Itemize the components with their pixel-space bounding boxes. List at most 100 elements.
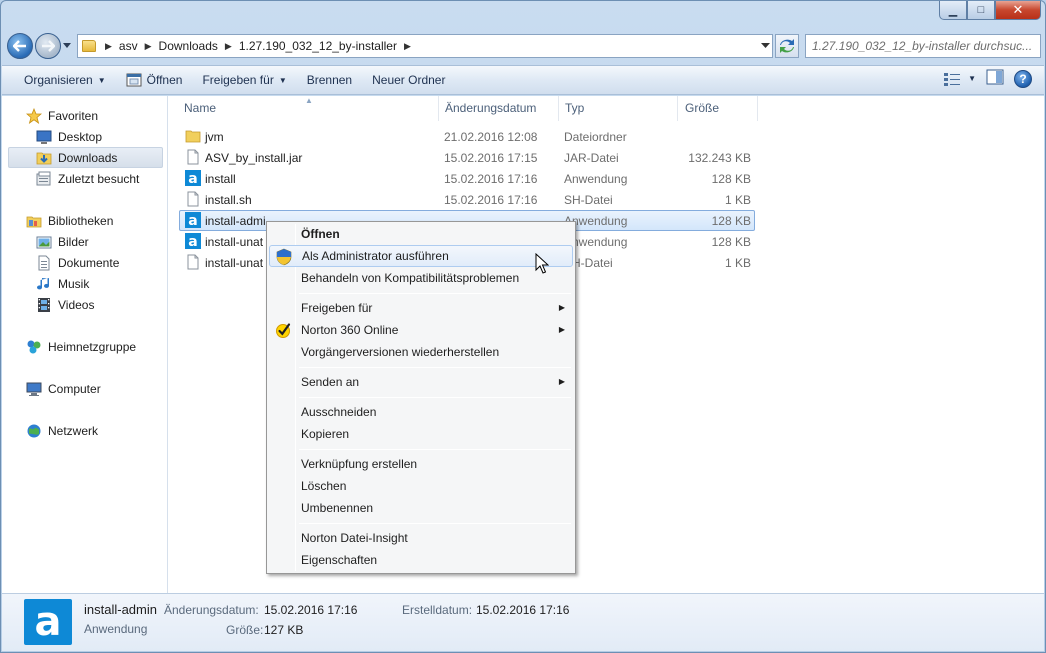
- change-view-button[interactable]: ▼: [944, 72, 976, 86]
- music-note-icon: [37, 277, 49, 289]
- nav-music[interactable]: Musik: [2, 273, 167, 294]
- address-row: ▶ asv ▶ Downloads ▶ 1.27.190_032_12_by-i…: [7, 32, 1041, 60]
- refresh-button[interactable]: [775, 34, 799, 58]
- burn-button[interactable]: Brennen: [297, 68, 362, 92]
- help-icon[interactable]: ?: [1014, 69, 1032, 88]
- recent-places-icon: [36, 171, 51, 185]
- nav-pictures[interactable]: Bilder: [2, 231, 167, 252]
- file-icon: [187, 254, 199, 270]
- submenu-arrow-icon: ▶: [558, 377, 565, 386]
- column-size[interactable]: Größe: [685, 101, 719, 115]
- ctx-create-shortcut[interactable]: Verknüpfung erstellen: [269, 453, 573, 475]
- preview-pane-button[interactable]: [986, 69, 1004, 88]
- ctx-restore[interactable]: Vorgängerversionen wiederherstellen: [269, 341, 573, 363]
- file-row-install[interactable]: a install 15.02.2016 17:16 Anwendung 128…: [179, 168, 755, 189]
- film-strip-icon: [38, 297, 50, 312]
- details-modified-value: 15.02.2016 17:16: [264, 603, 358, 617]
- chevron-down-icon: ▼: [278, 75, 287, 85]
- file-icon: [187, 149, 199, 165]
- norton-check-icon: [276, 323, 291, 338]
- explorer-window: ▁ □ ✕ ▶ asv ▶ Downloads ▶ 1.27.190_032_1…: [0, 0, 1046, 653]
- maximize-button[interactable]: □: [967, 1, 995, 20]
- breadcrumb-asv[interactable]: asv: [119, 35, 138, 57]
- open-button[interactable]: Öffnen: [116, 68, 193, 92]
- breadcrumb-current[interactable]: 1.27.190_032_12_by-installer: [239, 35, 397, 57]
- forward-button[interactable]: [35, 33, 61, 59]
- ctx-compat[interactable]: Behandeln von Kompatibilitätsproblemen: [269, 267, 573, 289]
- chevron-down-icon: [761, 43, 770, 48]
- address-bar[interactable]: ▶ asv ▶ Downloads ▶ 1.27.190_032_12_by-i…: [77, 34, 773, 58]
- chevron-right-icon[interactable]: ▶: [225, 41, 232, 52]
- arrow-right-icon: [42, 40, 55, 52]
- organize-button[interactable]: Organisieren ▼: [14, 68, 116, 92]
- ctx-norton-insight[interactable]: Norton Datei-Insight: [269, 527, 573, 549]
- nav-downloads[interactable]: Downloads: [8, 147, 163, 168]
- nav-network[interactable]: Netzwerk: [2, 420, 167, 441]
- libraries-icon: [26, 216, 42, 227]
- ctx-open[interactable]: Öffnen: [269, 223, 573, 245]
- homegroup-icon: [27, 340, 41, 353]
- file-row-jvm[interactable]: jvm 21.02.2016 12:08 Dateiordner: [179, 126, 755, 147]
- column-type[interactable]: Typ: [565, 101, 584, 115]
- uac-shield-icon: [276, 248, 292, 266]
- column-date[interactable]: Änderungsdatum: [445, 101, 536, 115]
- chevron-right-icon[interactable]: ▶: [404, 41, 411, 52]
- app-icon: a: [185, 212, 201, 228]
- chevron-down-icon: ▼: [97, 75, 106, 85]
- close-button[interactable]: ✕: [995, 1, 1041, 20]
- share-button[interactable]: Freigeben für ▼: [192, 68, 296, 92]
- column-header-row: ▲ Name Änderungsdatum Typ Größe: [169, 96, 1044, 121]
- star-icon: [26, 107, 42, 124]
- nav-homegroup[interactable]: Heimnetzgruppe: [2, 336, 167, 357]
- new-folder-button[interactable]: Neuer Ordner: [362, 68, 455, 92]
- ctx-copy[interactable]: Kopieren: [269, 423, 573, 445]
- folder-icon: [82, 40, 96, 52]
- submenu-arrow-icon: ▶: [558, 303, 565, 312]
- view-list-icon: [944, 72, 961, 86]
- nav-videos[interactable]: Videos: [2, 294, 167, 315]
- ctx-properties[interactable]: Eigenschaften: [269, 549, 573, 571]
- details-size-value: 127 KB: [264, 623, 304, 637]
- minimize-button[interactable]: ▁: [939, 1, 967, 20]
- details-modified-label: Änderungsdatum:: [164, 603, 259, 617]
- pictures-icon: [36, 236, 52, 248]
- file-row-jar[interactable]: ASV_by_install.jar 15.02.2016 17:15 JAR-…: [179, 147, 755, 168]
- svg-text:a: a: [188, 213, 197, 228]
- file-row-install-sh[interactable]: install.sh 15.02.2016 17:16 SH-Datei 1 K…: [179, 189, 755, 210]
- chevron-down-icon: [63, 43, 71, 48]
- context-menu: Öffnen Als Administrator ausführen Behan…: [266, 221, 576, 574]
- nav-documents[interactable]: Dokumente: [2, 252, 167, 273]
- documents-icon: [38, 255, 50, 270]
- nav-desktop[interactable]: Desktop: [2, 126, 167, 147]
- nav-computer[interactable]: Computer: [2, 378, 167, 399]
- arrow-left-icon: [13, 40, 26, 52]
- folder-icon: [185, 130, 201, 143]
- chevron-right-icon[interactable]: ▶: [145, 41, 152, 52]
- svg-text:a: a: [188, 234, 197, 249]
- app-icon: a: [24, 599, 72, 645]
- column-name[interactable]: Name: [184, 101, 216, 115]
- ctx-cut[interactable]: Ausschneiden: [269, 401, 573, 423]
- network-icon: [27, 424, 41, 437]
- back-button[interactable]: [7, 33, 33, 59]
- nav-libraries[interactable]: Bibliotheken: [2, 210, 167, 231]
- submenu-arrow-icon: ▶: [558, 325, 565, 334]
- ctx-send-to[interactable]: Senden an ▶: [269, 371, 573, 393]
- ctx-share[interactable]: Freigeben für ▶: [269, 297, 573, 319]
- address-dropdown[interactable]: [761, 41, 770, 51]
- recent-pages-dropdown[interactable]: [63, 41, 75, 51]
- chevron-right-icon[interactable]: ▶: [105, 41, 112, 52]
- chevron-down-icon: ▼: [968, 74, 976, 83]
- ctx-delete[interactable]: Löschen: [269, 475, 573, 497]
- ctx-norton-online[interactable]: Norton 360 Online ▶: [269, 319, 573, 341]
- ctx-run-as-admin[interactable]: Als Administrator ausführen: [269, 245, 573, 267]
- details-pane: a install-admin Anwendung Änderungsdatum…: [2, 593, 1044, 651]
- ctx-rename[interactable]: Umbenennen: [269, 497, 573, 519]
- details-created-label: Erstelldatum:: [402, 603, 473, 617]
- sort-ascending-icon: ▲: [305, 96, 313, 105]
- nav-recent[interactable]: Zuletzt besucht: [2, 168, 167, 189]
- search-input[interactable]: 1.27.190_032_12_by-installer durchsuc...: [805, 34, 1041, 58]
- svg-text:a: a: [188, 171, 197, 186]
- breadcrumb-downloads[interactable]: Downloads: [159, 35, 218, 57]
- nav-favorites[interactable]: Favoriten: [2, 105, 167, 126]
